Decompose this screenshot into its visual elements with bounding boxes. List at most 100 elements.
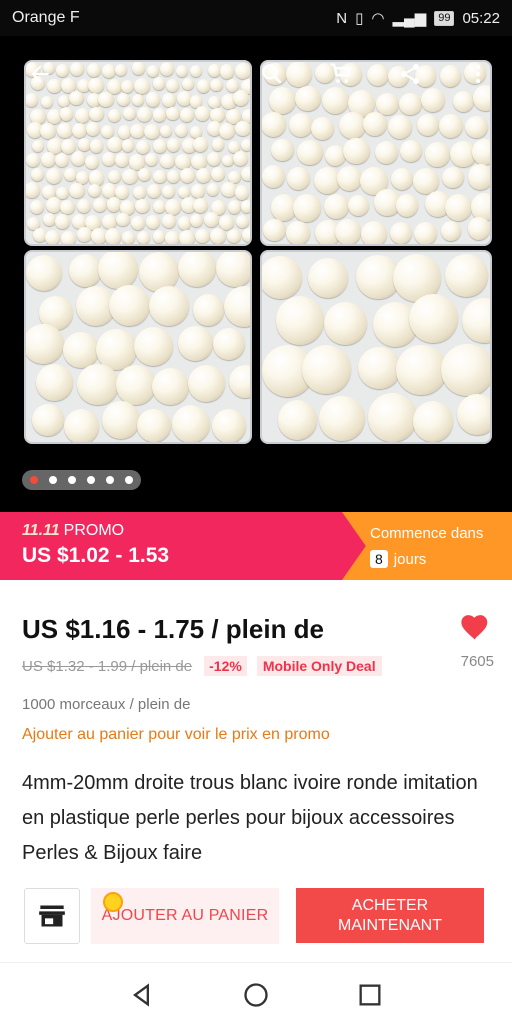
gallery-dot[interactable] [49,476,57,484]
pearl [152,230,166,244]
pearl [134,326,174,366]
pearl [442,167,464,189]
pearl [152,367,189,405]
pearl [162,93,176,107]
pearl [60,230,77,244]
gallery-dot[interactable] [125,476,133,484]
nav-home-icon[interactable] [242,981,270,1009]
product-image-gallery[interactable] [0,36,512,512]
pearl [189,125,202,138]
pearl [40,95,53,108]
pearl [218,214,234,230]
pearl [152,169,167,184]
share-icon[interactable] [394,58,426,90]
pearl [172,404,211,442]
search-icon[interactable] [256,58,288,90]
add-to-cart-button[interactable]: AJOUTER AU PANIER [91,888,279,944]
pearl [165,230,180,244]
pearl [234,185,250,200]
pearl [123,107,137,121]
pearl [262,256,302,299]
pearl [190,213,204,227]
pearl [193,137,209,153]
pearl [144,123,161,140]
pearl [109,284,151,326]
pearl [420,88,445,113]
pearl [107,108,122,123]
pearl [236,215,250,229]
pearl [88,183,102,197]
pearl [241,227,250,242]
pearl [26,323,64,365]
nav-back-icon[interactable] [128,981,156,1009]
pearl [145,92,160,107]
pearl [57,122,73,138]
pearl [271,139,294,162]
pearl [413,221,438,244]
heart-icon[interactable] [458,611,492,641]
cart-icon[interactable] [325,58,357,90]
promo-starts-label: Commence dans [370,525,484,542]
buy-now-button[interactable]: ACHETER MAINTENANT [296,888,484,943]
pearl [137,230,150,244]
pearl [389,222,412,244]
pearl [167,169,180,183]
discount-badge: -12% [204,656,247,676]
pearl [215,252,250,288]
product-page: Orange F N ▯ ◠ ▂▄▆ 99 05:22 11.11 PROMO … [0,0,512,1024]
pearl [206,152,221,167]
pearl [336,165,363,192]
pearl [101,125,115,138]
gallery-dot[interactable] [106,476,114,484]
gallery-dot[interactable] [68,476,76,484]
store-button[interactable] [24,888,80,944]
pearl [440,220,462,242]
promo-price-range: US $1.02 - 1.53 [22,544,170,567]
pearl [32,404,64,436]
pearl [71,122,88,139]
pearl [338,112,366,140]
pearl [29,200,44,214]
pearl [348,195,370,217]
original-price: US $1.32 - 1.99 / plein de [22,657,193,675]
pearl [136,408,171,442]
pearl [26,255,62,292]
pearl [78,138,91,151]
pearl [160,124,173,137]
original-price-row: US $1.32 - 1.99 / plein de -12% Mobile O… [22,656,382,676]
pearl [287,167,311,190]
pearl [136,106,152,123]
pearl [391,168,414,191]
pearl [211,408,246,442]
pearl [26,93,39,107]
gallery-dot[interactable] [87,476,95,484]
pearl [275,296,325,345]
pearl [342,137,370,165]
gallery-pagination[interactable] [22,470,141,490]
pearl [102,400,141,439]
pearl [441,343,490,397]
back-arrow-icon[interactable] [24,58,56,90]
pearl [310,117,335,141]
pearl [228,364,250,399]
wifi-icon: ◠ [371,10,385,27]
pearl [160,153,175,169]
pearl [322,87,350,115]
pearl [106,136,123,153]
pearl [42,213,56,227]
pearl [152,200,167,214]
promo-banner[interactable]: 11.11 PROMO US $1.02 - 1.53 Commence dans… [0,512,512,580]
pearl [161,213,177,229]
pearl [54,152,69,167]
gallery-dot[interactable] [30,476,38,484]
pearl [39,122,56,139]
pearl [134,198,150,214]
pearl [468,217,490,240]
pearl [387,115,412,140]
nav-recents-icon[interactable] [356,981,384,1009]
pearl [363,112,388,137]
pearl [122,168,138,185]
promo-days-unit: jours [393,550,427,568]
more-vert-icon[interactable] [462,58,494,90]
product-price: US $1.16 - 1.75 / plein de [22,614,325,644]
